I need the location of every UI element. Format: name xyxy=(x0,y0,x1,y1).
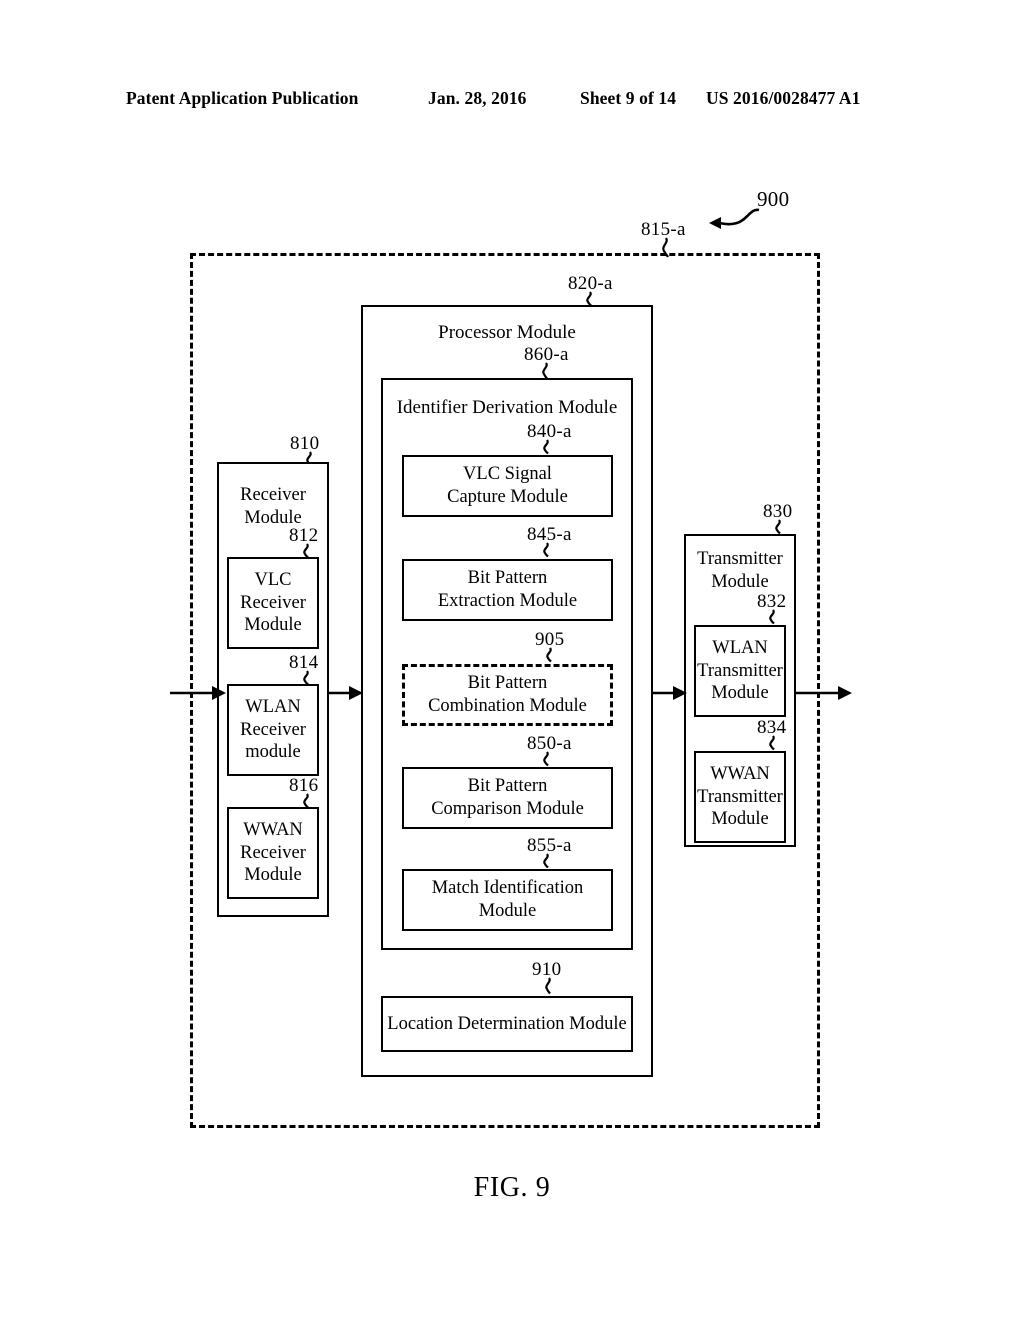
wlan-transmitter-module-line2: Transmitter xyxy=(697,660,783,681)
match-identification-module-line1: Match Identification xyxy=(431,878,584,899)
bit-pattern-extraction-module-line2: Extraction Module xyxy=(437,591,578,611)
wlan-transmitter-module-line3: Module xyxy=(711,683,769,704)
lead-line-812 xyxy=(303,543,309,559)
lead-line-830 xyxy=(775,519,781,535)
location-determination-module-label: Location Determination Module xyxy=(387,1013,627,1034)
wwan-receiver-module-line3: Module xyxy=(244,865,302,886)
transmitter-module-label: Transmitter Module xyxy=(686,548,794,594)
header-publication-text: Patent Application Publication xyxy=(126,88,359,108)
lead-line-855a xyxy=(543,853,549,869)
lead-line-816 xyxy=(303,793,309,809)
system-ref-arrow xyxy=(709,208,760,229)
wwan-transmitter-module-line2: Transmitter xyxy=(697,786,783,807)
header-patent-number: US 2016/0028477 A1 xyxy=(706,88,861,108)
match-identification-module[interactable]: Match Identification Module xyxy=(402,869,613,931)
vlc-receiver-module[interactable]: VLC Receiver Module xyxy=(227,557,319,649)
bit-pattern-extraction-module[interactable]: Bit Pattern Extraction Module xyxy=(402,559,613,621)
lead-line-815a xyxy=(662,237,669,258)
wwan-transmitter-module-line3: Module xyxy=(711,809,769,830)
wwan-transmitter-module[interactable]: WWAN Transmitter Module xyxy=(694,751,786,843)
wwan-receiver-module[interactable]: WWAN Receiver Module xyxy=(227,807,319,899)
ref-832: 832 xyxy=(757,591,787,612)
ref-855a: 855-a xyxy=(527,835,572,856)
ref-814: 814 xyxy=(289,652,319,673)
vlc-receiver-module-line1: VLC xyxy=(254,569,292,590)
lead-line-845a xyxy=(543,542,549,558)
page-header: Patent Application Publication Jan. 28, … xyxy=(0,88,1024,114)
vlc-signal-capture-module-line1: VLC Signal xyxy=(463,464,552,485)
ref-834: 834 xyxy=(757,717,787,738)
ref-860a: 860-a xyxy=(524,344,569,365)
bit-pattern-comparison-module-line2: Comparison Module xyxy=(431,799,584,819)
lead-line-840a xyxy=(543,439,549,455)
wlan-transmitter-module[interactable]: WLAN Transmitter Module xyxy=(694,625,786,717)
wlan-transmitter-module-line1: WLAN xyxy=(712,637,768,658)
processor-module-label: Processor Module xyxy=(438,322,576,343)
lead-line-834 xyxy=(769,735,775,751)
bit-pattern-extraction-module-line1: Bit Pattern xyxy=(467,568,548,589)
receiver-to-processor-arrow xyxy=(329,686,363,700)
vlc-signal-capture-module[interactable]: VLC Signal Capture Module xyxy=(402,455,613,517)
ref-810: 810 xyxy=(290,433,320,454)
transmitter-module-label-line1: Transmitter xyxy=(697,549,783,569)
ref-850a: 850-a xyxy=(527,733,572,754)
bit-pattern-combination-module-line2: Combination Module xyxy=(428,696,587,716)
wlan-receiver-module-line1: WLAN xyxy=(245,696,301,717)
ref-816: 816 xyxy=(289,775,319,796)
ref-812: 812 xyxy=(289,525,319,546)
match-identification-module-line2: Module xyxy=(478,901,537,921)
lead-line-814 xyxy=(303,670,309,686)
vlc-receiver-module-line3: Module xyxy=(244,615,302,636)
wwan-receiver-module-line2: Receiver xyxy=(240,842,306,863)
wwan-receiver-module-line1: WWAN xyxy=(243,819,303,840)
bit-pattern-combination-module[interactable]: Bit Pattern Combination Module xyxy=(402,664,613,726)
ref-815a: 815-a xyxy=(641,219,686,240)
processor-to-transmitter-arrow xyxy=(653,686,687,700)
vlc-signal-capture-module-line2: Capture Module xyxy=(447,487,568,507)
ref-840a: 840-a xyxy=(527,421,572,442)
bit-pattern-comparison-module[interactable]: Bit Pattern Comparison Module xyxy=(402,767,613,829)
lead-line-850a xyxy=(543,751,549,767)
lead-line-905 xyxy=(546,647,552,663)
vlc-receiver-module-line2: Receiver xyxy=(240,592,306,613)
ref-845a: 845-a xyxy=(527,524,572,545)
lead-line-910 xyxy=(545,977,551,995)
output-signal-arrow xyxy=(796,686,852,700)
ref-820a: 820-a xyxy=(568,273,613,294)
lead-line-860a xyxy=(542,362,548,380)
receiver-module-label: Receiver Module xyxy=(219,484,327,530)
wlan-receiver-module[interactable]: WLAN Receiver module xyxy=(227,684,319,776)
identifier-derivation-module-label: Identifier Derivation Module xyxy=(396,397,618,418)
bit-pattern-combination-module-line1: Bit Pattern xyxy=(467,673,548,694)
lead-line-820a xyxy=(586,291,592,307)
wlan-receiver-module-line2: Receiver xyxy=(240,719,306,740)
lead-line-832 xyxy=(769,609,775,625)
ref-830: 830 xyxy=(763,501,793,522)
wlan-receiver-module-line3: module xyxy=(245,742,301,763)
header-date-text: Jan. 28, 2016 xyxy=(428,88,527,108)
ref-905: 905 xyxy=(535,629,565,650)
wwan-transmitter-module-line1: WWAN xyxy=(710,763,770,784)
input-signal-arrow xyxy=(170,686,226,700)
figure-caption: FIG. 9 xyxy=(473,1172,551,1203)
bit-pattern-comparison-module-line1: Bit Pattern xyxy=(467,776,548,797)
location-determination-module[interactable]: Location Determination Module xyxy=(381,996,633,1052)
header-sheet-text: Sheet 9 of 14 xyxy=(580,88,677,108)
receiver-module-label-line1: Receiver xyxy=(240,485,306,505)
ref-910: 910 xyxy=(532,959,562,980)
